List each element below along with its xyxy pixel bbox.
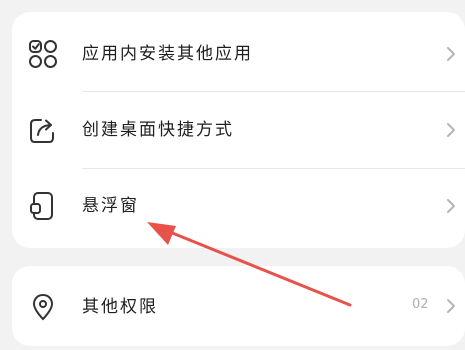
setting-row-floating-window[interactable]: 悬浮窗 [12, 168, 465, 244]
location-pin-icon [28, 292, 58, 322]
setting-row-other-permissions[interactable]: 其他权限 02 [12, 274, 465, 350]
other-permissions-card: 其他权限 02 [12, 266, 465, 346]
setting-label: 创建桌面快捷方式 [82, 120, 234, 140]
share-shortcut-icon [28, 115, 58, 145]
setting-label: 其他权限 [82, 297, 158, 317]
settings-card: 应用内安装其他应用 创建桌面快捷方式 悬浮窗 [12, 12, 465, 248]
apps-grid-icon [28, 39, 58, 69]
chevron-right-icon [446, 198, 456, 214]
setting-label: 悬浮窗 [82, 196, 139, 216]
setting-label: 应用内安装其他应用 [82, 44, 253, 64]
setting-row-desktop-shortcut[interactable]: 创建桌面快捷方式 [12, 92, 465, 168]
chevron-right-icon [446, 298, 456, 314]
chevron-right-icon [446, 46, 456, 62]
setting-row-install-apps[interactable]: 应用内安装其他应用 [12, 16, 465, 92]
setting-value: 02 [412, 297, 429, 312]
chevron-right-icon [446, 122, 456, 138]
floating-window-icon [28, 191, 58, 221]
